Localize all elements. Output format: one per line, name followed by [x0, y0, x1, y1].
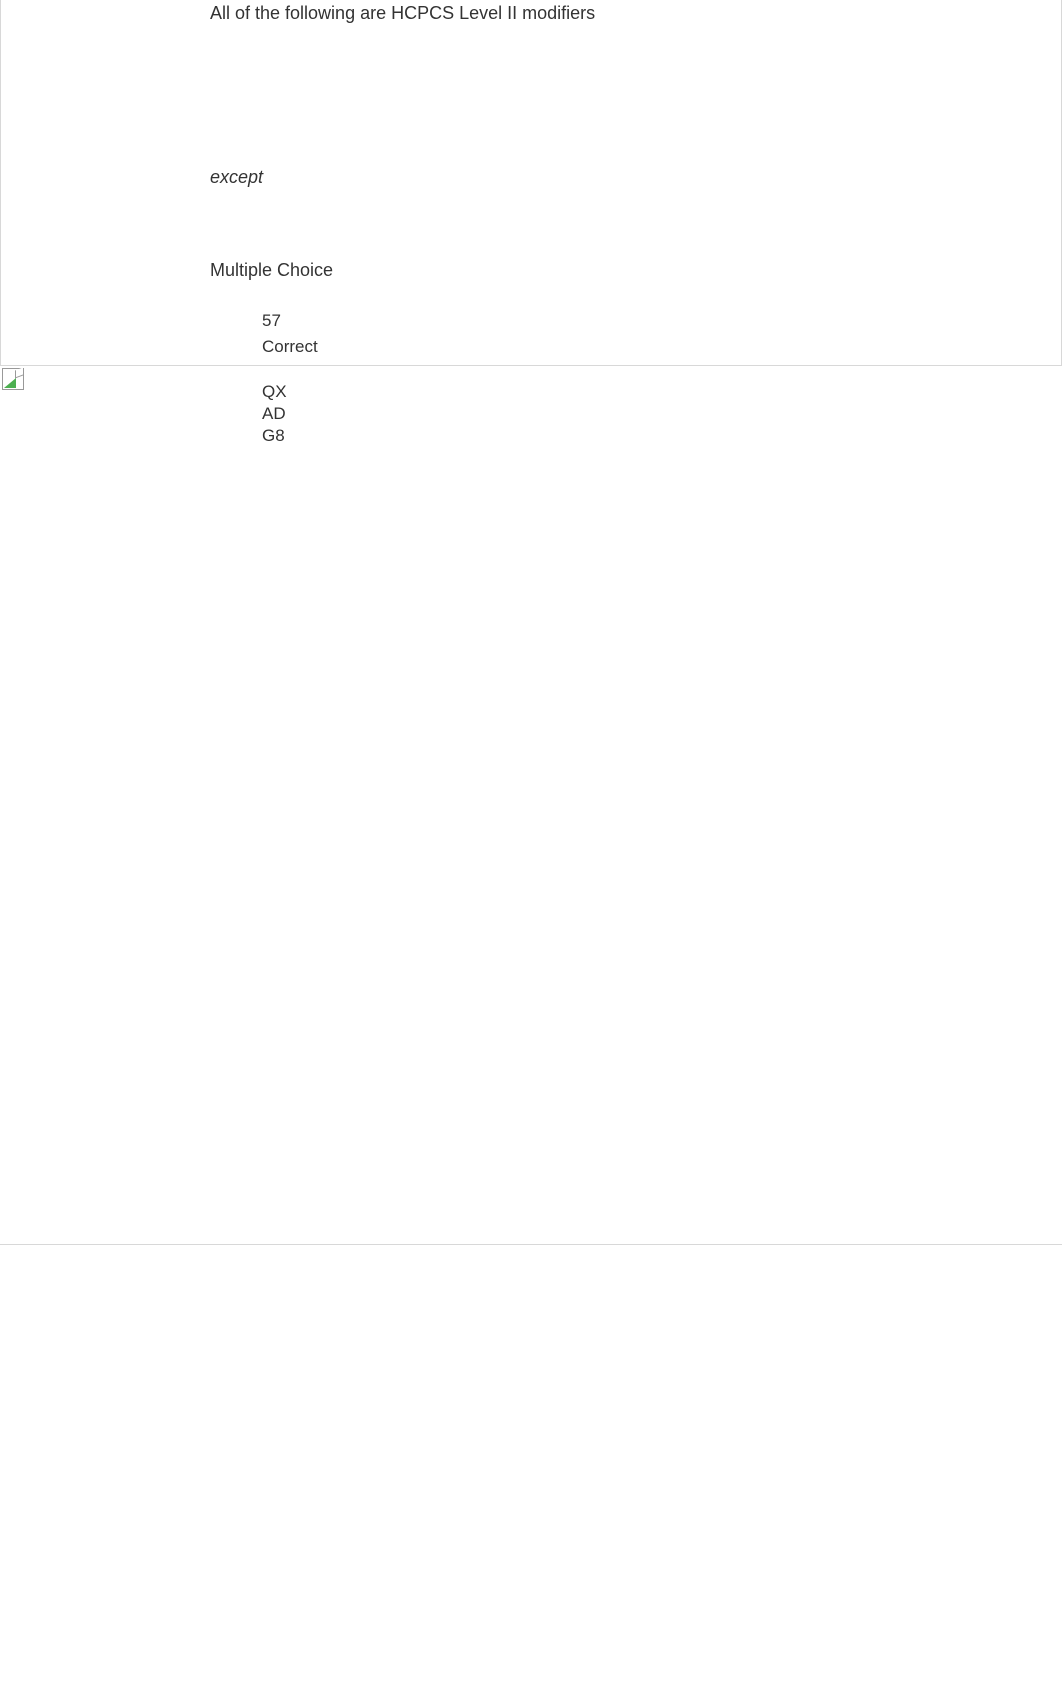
- image-placeholder-region: [0, 365, 1062, 1245]
- answer-status: Correct: [262, 335, 1021, 359]
- question-type-label: Multiple Choice: [210, 260, 1021, 281]
- answer-block: 57 Correct: [262, 309, 1021, 359]
- question-stem: All of the following are HCPCS Level II …: [210, 0, 1021, 27]
- question-card: All of the following are HCPCS Level II …: [0, 0, 1062, 365]
- broken-image-icon: [2, 368, 24, 390]
- question-exception: except: [210, 167, 1021, 188]
- answer-value: 57: [262, 309, 1021, 333]
